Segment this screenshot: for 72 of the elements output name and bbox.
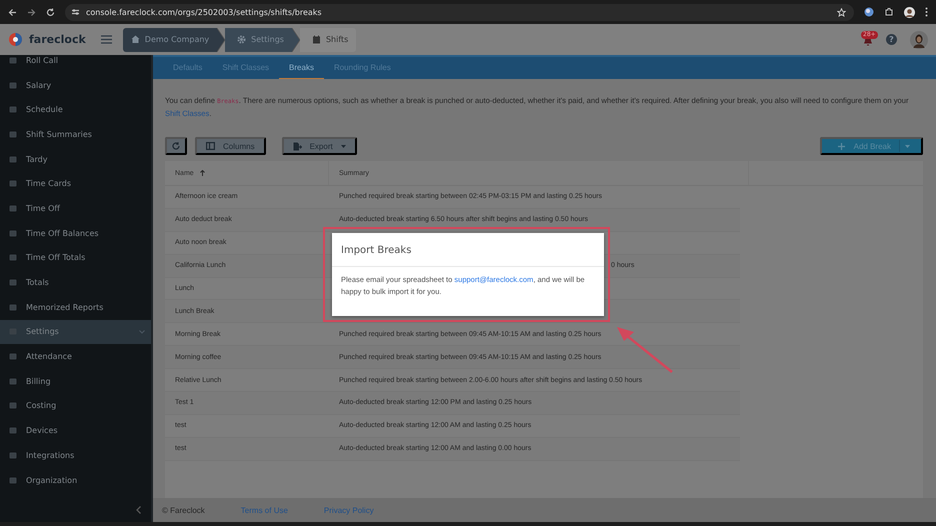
sidebar-item[interactable]: Schedule [0, 97, 151, 122]
breadcrumb-chevron-icon [292, 28, 300, 52]
sidebar-item[interactable]: Attendance [0, 344, 151, 369]
sidebar-item[interactable]: Billing [0, 368, 151, 394]
star-icon[interactable] [837, 8, 846, 16]
square-icon [9, 204, 17, 212]
square-icon [9, 130, 17, 138]
home-icon [130, 35, 140, 44]
square-icon [9, 56, 17, 64]
sidebar-item[interactable]: Devices [0, 418, 151, 443]
square-icon [9, 304, 17, 311]
sidebar-item[interactable]: Memorized Reports [0, 294, 151, 320]
reload-icon[interactable] [46, 8, 55, 16]
square-icon [9, 230, 17, 237]
columns-button[interactable]: Columns [195, 137, 266, 155]
square-icon [9, 156, 17, 163]
user-avatar-icon[interactable] [910, 30, 928, 48]
help-button[interactable]: ? [886, 34, 897, 45]
more-menu-icon[interactable] [925, 7, 928, 17]
calendar-icon [312, 35, 321, 44]
chevron-down-icon [139, 330, 145, 334]
square-icon [9, 402, 17, 410]
profile-avatar-icon[interactable] [904, 6, 915, 18]
square-icon [9, 254, 17, 262]
plus-icon [838, 142, 845, 150]
tab[interactable]: Breaks [279, 57, 324, 79]
sidebar-item[interactable]: Settings [0, 320, 151, 344]
address-bar[interactable]: console.fareclock.com/orgs/2502003/settings/shifts/breaks [65, 4, 854, 20]
sidebar-item[interactable]: Integrations [0, 443, 151, 468]
square-icon [9, 82, 17, 89]
square-icon [9, 106, 17, 114]
arrow-drawing [616, 326, 674, 374]
sidebar-item[interactable]: Salary [0, 72, 151, 98]
extension-icon[interactable] [864, 7, 874, 17]
square-icon [9, 353, 17, 360]
square-icon [9, 427, 17, 434]
file-export-icon [292, 142, 302, 150]
sidebar-item[interactable]: Time Off Balances [0, 220, 151, 246]
refresh-button[interactable] [165, 137, 187, 155]
puzzle-icon[interactable] [884, 7, 894, 17]
copyright-text: © Fareclock [162, 506, 205, 514]
square-icon [9, 452, 17, 459]
logo-icon [9, 33, 22, 46]
sidebar-item[interactable]: Time Off Totals [0, 246, 151, 270]
dialog-title: Import Breaks [332, 233, 604, 267]
breadcrumb-chevron-icon [217, 28, 226, 52]
breadcrumb-link[interactable]: Shifts [300, 28, 356, 52]
menu-icon[interactable] [100, 35, 112, 44]
square-icon [9, 279, 17, 286]
square-icon [9, 378, 17, 385]
square-icon [9, 476, 17, 484]
columns-icon [206, 142, 215, 150]
logo-text: fareclock [29, 33, 86, 46]
sidebar-item[interactable]: Tardy [0, 146, 151, 172]
caret-icon [905, 144, 910, 148]
sidebar-item[interactable]: Time Off [0, 196, 151, 221]
sidebar-item[interactable]: Totals [0, 270, 151, 295]
site-settings-icon[interactable] [71, 8, 80, 16]
export-button[interactable]: Export [282, 137, 357, 155]
sidebar-item[interactable]: Costing [0, 394, 151, 418]
forward-icon[interactable] [27, 8, 36, 16]
collapse-icon[interactable] [136, 506, 141, 514]
reload-icon [172, 142, 180, 150]
sidebar-item[interactable]: Time Cards [0, 171, 151, 196]
caret-icon [340, 144, 346, 148]
sort-ascending-icon[interactable] [200, 170, 205, 176]
sidebar-item[interactable]: Shift Summaries [0, 122, 151, 147]
square-icon [9, 180, 17, 188]
back-icon[interactable] [8, 8, 17, 16]
gear-icon [237, 35, 246, 44]
sidebar-item[interactable]: Organization [0, 468, 151, 492]
sidebar-item[interactable]: Roll Call [0, 55, 151, 73]
